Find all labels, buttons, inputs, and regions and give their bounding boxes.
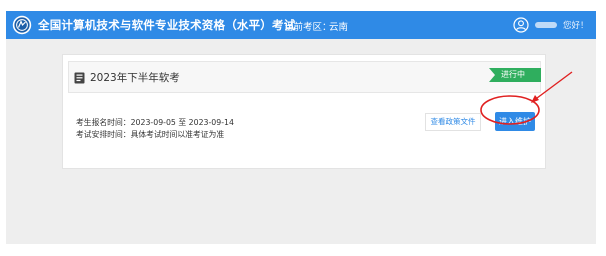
user-greeting: 您好！ [563,21,589,31]
status-badge: 进行中 [489,68,541,82]
exam-panel-header: 2023年下半年软考 进行中 [68,61,541,93]
current-region-label: 当前考区： [284,22,332,33]
site-title: 全国计算机技术与软件专业技术资格（水平）考试 [38,18,296,32]
document-icon [74,72,85,84]
current-region-value[interactable]: 云南 [329,19,348,33]
registration-time: 考生报名时间：2023-09-05 至 2023-09-14 [76,118,234,127]
user-menu[interactable]: 您好！ [513,15,606,35]
exam-schedule-time: 考试安排时间：具体考试时间以准考证为准 [76,130,225,139]
view-policy-docs-button[interactable]: 查看政策文件 [425,113,481,131]
top-navigation-bar: 全国计算机技术与软件专业技术资格（水平）考试 当前考区： 云南 您好！ [6,11,606,39]
page-frame: 全国计算机技术与软件专业技术资格（水平）考试 当前考区： 云南 您好！ 2023… [6,11,606,244]
enter-maintenance-button[interactable]: 进入维护 [495,112,535,131]
exam-panel: 2023年下半年软考 进行中 考生报名时间：2023-09-05 至 2023-… [62,54,546,169]
blurred-username [535,22,557,28]
user-circle-icon[interactable] [513,17,529,33]
exam-logo-icon [12,15,32,35]
exam-title: 2023年下半年软考 [90,72,180,84]
caret-down-icon[interactable] [597,22,606,28]
